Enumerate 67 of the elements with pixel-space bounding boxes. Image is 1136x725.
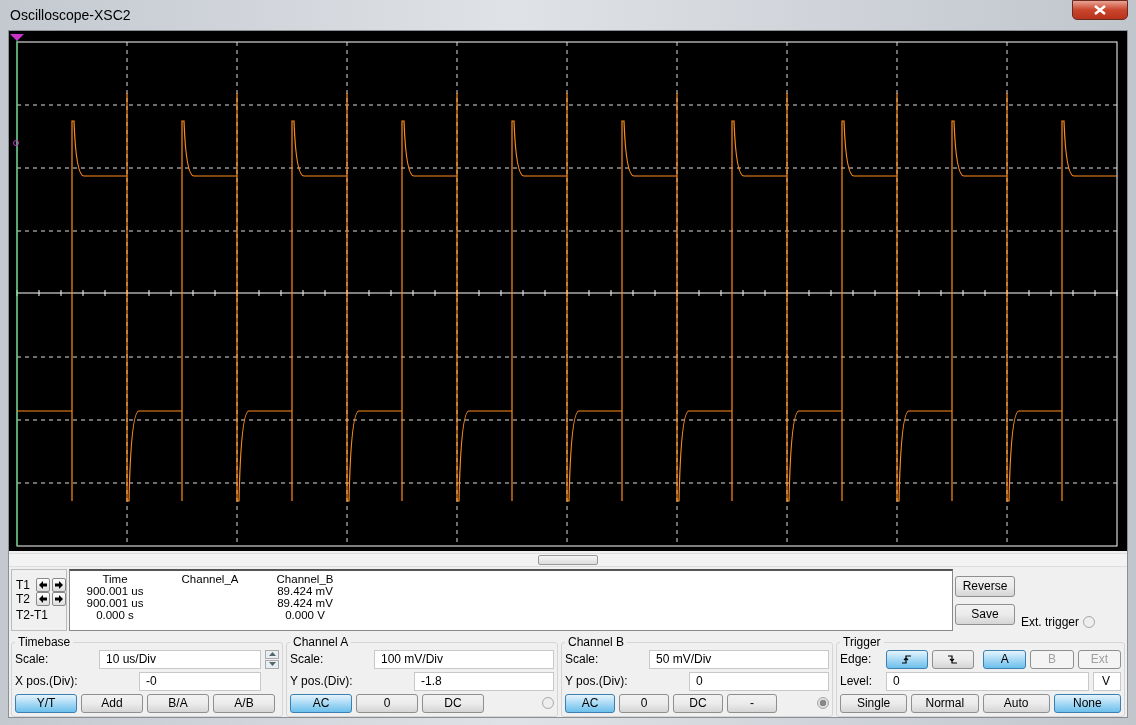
column-header: Time <box>101 573 129 585</box>
mode-button[interactable]: Normal <box>911 693 979 713</box>
edge-button[interactable] <box>886 649 928 669</box>
cursor-left-button[interactable] <box>36 592 50 606</box>
column-header: Channel_B <box>275 573 335 585</box>
mode-button[interactable]: AC <box>565 693 615 713</box>
mode-button[interactable]: Y/T <box>15 693 77 713</box>
edge-button[interactable] <box>931 649 974 669</box>
mode-button[interactable]: A/B <box>213 693 275 713</box>
level-field[interactable]: 0 <box>886 671 1089 691</box>
mode-button[interactable]: A <box>983 649 1027 669</box>
field-label: Scale: <box>290 652 325 666</box>
mode-button[interactable]: 0 <box>619 693 669 713</box>
group-title: Timebase <box>17 635 72 649</box>
scale-field[interactable]: 100 mV/Div <box>374 649 554 669</box>
mode-button[interactable]: B/A <box>147 693 209 713</box>
group-title: Channel A <box>292 635 350 649</box>
radio-button[interactable] <box>542 697 554 709</box>
scrollbar[interactable] <box>9 553 1127 567</box>
mode-button[interactable]: Add <box>81 693 143 713</box>
mode-button[interactable]: Single <box>840 693 908 713</box>
cursor-right-button[interactable] <box>52 578 66 592</box>
field-label: Y pos.(Div): <box>565 674 629 688</box>
action-button[interactable]: Save <box>955 603 1015 625</box>
spin-control[interactable] <box>265 649 279 669</box>
table-cell-text: 0.000 V <box>284 609 326 621</box>
window-title: Oscilloscope-XSC2 <box>9 7 131 23</box>
mode-button[interactable]: AC <box>290 693 352 713</box>
scale-field[interactable]: 10 us/Div <box>99 649 261 669</box>
mode-button[interactable]: 0 <box>356 693 418 713</box>
ext-trigger-label: Ext. trigger <box>1021 615 1080 629</box>
field-label: Scale: <box>15 652 50 666</box>
mode-button[interactable]: - <box>727 693 777 713</box>
up-arrow-icon <box>268 652 276 656</box>
close-button[interactable] <box>1072 0 1128 20</box>
cursor-left-button[interactable] <box>36 578 50 592</box>
down-arrow-icon <box>268 662 276 666</box>
position-field[interactable]: -1.8 <box>414 671 554 691</box>
field-label: X pos.(Div): <box>15 674 79 688</box>
mode-button[interactable]: None <box>1053 693 1121 713</box>
table-cell-text: 89.424 mV <box>276 585 334 597</box>
group-title: Trigger <box>842 635 882 649</box>
unit-label: V <box>1093 671 1121 691</box>
table-cell-text: 89.424 mV <box>276 597 334 609</box>
action-button[interactable]: Reverse <box>955 575 1015 597</box>
position-field[interactable]: 0 <box>689 671 829 691</box>
field-label: Scale: <box>565 652 600 666</box>
table-cell-text: 900.001 us <box>85 585 145 597</box>
field-label: Level: <box>840 674 874 688</box>
mode-button[interactable]: DC <box>673 693 723 713</box>
column-header: Channel_A <box>180 573 240 585</box>
radio-button[interactable] <box>1083 616 1096 628</box>
position-field[interactable]: -0 <box>139 671 261 691</box>
table-cell-text: 900.001 us <box>85 597 145 609</box>
cursor-label: T2-T1 <box>16 608 49 622</box>
table-cell-text: 0.000 s <box>95 609 135 621</box>
field-label: Edge: <box>840 652 873 666</box>
close-icon <box>1093 5 1107 15</box>
group-title: Channel B <box>567 635 626 649</box>
cursor-label: T2 <box>16 592 31 606</box>
scale-field[interactable]: 50 mV/Div <box>649 649 829 669</box>
field-label: Y pos.(Div): <box>290 674 354 688</box>
mode-button[interactable]: Auto <box>982 693 1050 713</box>
cursor-label: T1 <box>16 578 31 592</box>
mode-button[interactable]: DC <box>422 693 484 713</box>
radio-button[interactable] <box>817 697 829 709</box>
cursor-right-button[interactable] <box>52 592 66 606</box>
